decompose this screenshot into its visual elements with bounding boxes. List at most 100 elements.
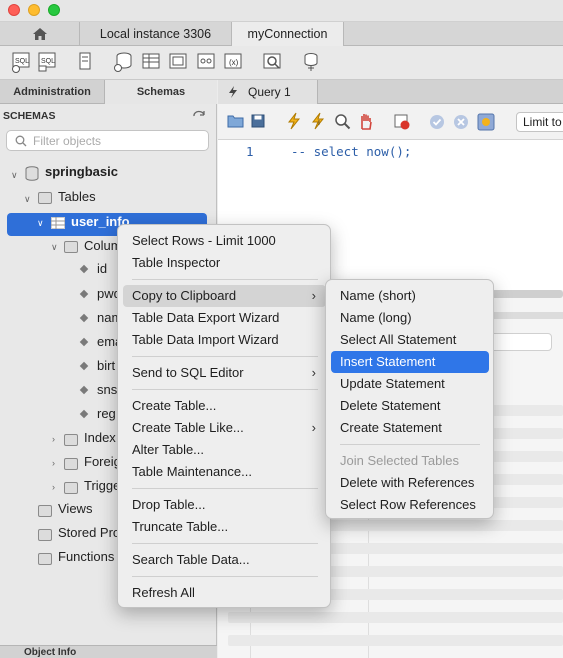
columns-node[interactable]: Colum <box>84 238 122 253</box>
tab-schemas[interactable]: Schemas <box>104 80 217 104</box>
chevron-right-icon[interactable]: › <box>52 482 55 492</box>
stop-hand-icon[interactable] <box>358 113 374 130</box>
tab-query-1[interactable]: Query 1 <box>218 80 318 104</box>
inspector-icon[interactable] <box>74 51 96 73</box>
column-diamond-icon <box>79 337 89 347</box>
sidebar-tabs: Administration Schemas <box>0 80 217 104</box>
filter-placeholder: Filter objects <box>33 134 102 148</box>
menu-create-table-like[interactable]: Create Table Like... › <box>123 417 326 439</box>
column-item[interactable]: reg <box>97 406 116 421</box>
tab-object-info[interactable]: Object Info <box>24 647 76 658</box>
chevron-down-icon[interactable]: ∨ <box>37 218 44 229</box>
stored-procedures-node[interactable]: Stored Pro <box>58 525 120 540</box>
query-toolbar: I Limit to <box>218 104 563 140</box>
functions-node[interactable]: Functions <box>58 549 114 564</box>
menu-export-wizard[interactable]: Table Data Export Wizard <box>123 307 326 329</box>
create-function-icon[interactable]: (x) <box>222 51 244 73</box>
lightning-icon <box>229 86 237 98</box>
execute-current-icon[interactable]: I <box>310 112 326 130</box>
column-diamond-icon <box>79 289 89 299</box>
column-item[interactable]: birt <box>97 358 115 373</box>
functions-folder-icon <box>38 553 52 565</box>
chevron-right-icon: › <box>311 420 316 435</box>
submenu-select-row-references[interactable]: Select Row References <box>331 494 489 516</box>
submenu-delete-statement[interactable]: Delete Statement <box>331 395 489 417</box>
chevron-down-icon[interactable]: ∨ <box>24 194 31 205</box>
submenu-update-statement[interactable]: Update Statement <box>331 373 489 395</box>
chevron-down-icon[interactable]: ∨ <box>51 242 58 253</box>
submenu-insert-statement[interactable]: Insert Statement <box>331 351 489 373</box>
grid-row-stripe <box>228 612 563 623</box>
foreign-keys-node[interactable]: Foreig <box>84 454 121 469</box>
explain-icon[interactable] <box>334 113 351 130</box>
chevron-down-icon[interactable]: ∨ <box>11 170 18 181</box>
title-bar <box>0 0 563 22</box>
menu-send-to-sql-editor[interactable]: Send to SQL Editor › <box>123 362 326 384</box>
rollback-icon[interactable] <box>453 114 469 130</box>
tab-local-instance[interactable]: Local instance 3306 <box>80 22 232 46</box>
menu-import-wizard[interactable]: Table Data Import Wizard <box>123 329 326 351</box>
submenu-select-all-statement[interactable]: Select All Statement <box>331 329 489 351</box>
submenu-name-long[interactable]: Name (long) <box>331 307 489 329</box>
submenu-delete-with-references[interactable]: Delete with References <box>331 472 489 494</box>
menu-drop-table[interactable]: Drop Table... <box>123 494 326 516</box>
search-table-data-icon[interactable] <box>261 51 283 73</box>
svg-text:SQL: SQL <box>15 58 29 65</box>
database-icon <box>25 166 39 181</box>
menu-table-inspector[interactable]: Table Inspector <box>123 252 326 274</box>
home-icon <box>32 28 47 40</box>
tab-administration[interactable]: Administration <box>0 80 104 104</box>
column-diamond-icon <box>79 313 89 323</box>
schema-springbasic[interactable]: springbasic <box>45 164 118 179</box>
execute-icon[interactable] <box>286 112 302 130</box>
reconnect-icon[interactable] <box>300 51 322 73</box>
column-item[interactable]: id <box>97 261 107 276</box>
menu-select-rows[interactable]: Select Rows - Limit 1000 <box>123 230 326 252</box>
menu-refresh-all[interactable]: Refresh All <box>123 582 326 604</box>
horizontal-scrollbar[interactable] <box>488 290 563 298</box>
create-table-icon[interactable] <box>140 51 162 73</box>
sidebar-bottom-tabs: Object Info <box>0 645 217 658</box>
submenu-join-selected-tables: Join Selected Tables <box>340 453 460 468</box>
save-icon[interactable] <box>251 114 265 128</box>
submenu-create-statement[interactable]: Create Statement <box>331 417 489 439</box>
indexes-node[interactable]: Index <box>84 430 116 445</box>
toggle-error-stop-icon[interactable] <box>393 113 411 131</box>
submenu-name-short[interactable]: Name (short) <box>331 285 489 307</box>
column-diamond-icon <box>79 409 89 419</box>
create-view-icon[interactable] <box>167 51 189 73</box>
indexes-folder-icon <box>64 434 78 446</box>
menu-create-table[interactable]: Create Table... <box>123 395 326 417</box>
refresh-schemas-icon[interactable] <box>192 110 206 121</box>
menu-search-table-data[interactable]: Search Table Data... <box>123 549 326 571</box>
views-node[interactable]: Views <box>58 501 92 516</box>
minimize-window-button[interactable] <box>28 4 40 16</box>
column-item[interactable]: sns <box>97 382 117 397</box>
column-diamond-icon <box>79 361 89 371</box>
autocommit-icon[interactable] <box>477 113 495 131</box>
menu-copy-to-clipboard[interactable]: Copy to Clipboard › <box>123 285 326 307</box>
menu-separator <box>132 279 318 280</box>
triggers-node[interactable]: Trigge <box>84 478 120 493</box>
menu-table-maintenance[interactable]: Table Maintenance... <box>123 461 326 483</box>
limit-select[interactable]: Limit to <box>516 112 563 132</box>
chevron-right-icon[interactable]: › <box>52 458 55 468</box>
home-tab[interactable] <box>0 22 80 46</box>
create-schema-icon[interactable] <box>112 51 134 73</box>
views-folder-icon <box>38 505 52 517</box>
close-window-button[interactable] <box>8 4 20 16</box>
chevron-right-icon[interactable]: › <box>52 434 55 444</box>
open-folder-icon[interactable] <box>227 114 244 128</box>
tables-node[interactable]: Tables <box>58 189 96 204</box>
commit-icon[interactable] <box>429 114 445 130</box>
menu-alter-table[interactable]: Alter Table... <box>123 439 326 461</box>
open-sql-script-icon[interactable]: SQL <box>36 51 58 73</box>
menu-truncate-table[interactable]: Truncate Table... <box>123 516 326 538</box>
zoom-window-button[interactable] <box>48 4 60 16</box>
new-sql-tab-icon[interactable]: SQL <box>10 51 32 73</box>
tab-my-connection[interactable]: myConnection <box>232 22 344 46</box>
create-procedure-icon[interactable] <box>195 51 217 73</box>
foreign-keys-folder-icon <box>64 458 78 470</box>
filter-objects-input[interactable]: Filter objects <box>6 130 209 151</box>
svg-text:(x): (x) <box>229 58 239 67</box>
